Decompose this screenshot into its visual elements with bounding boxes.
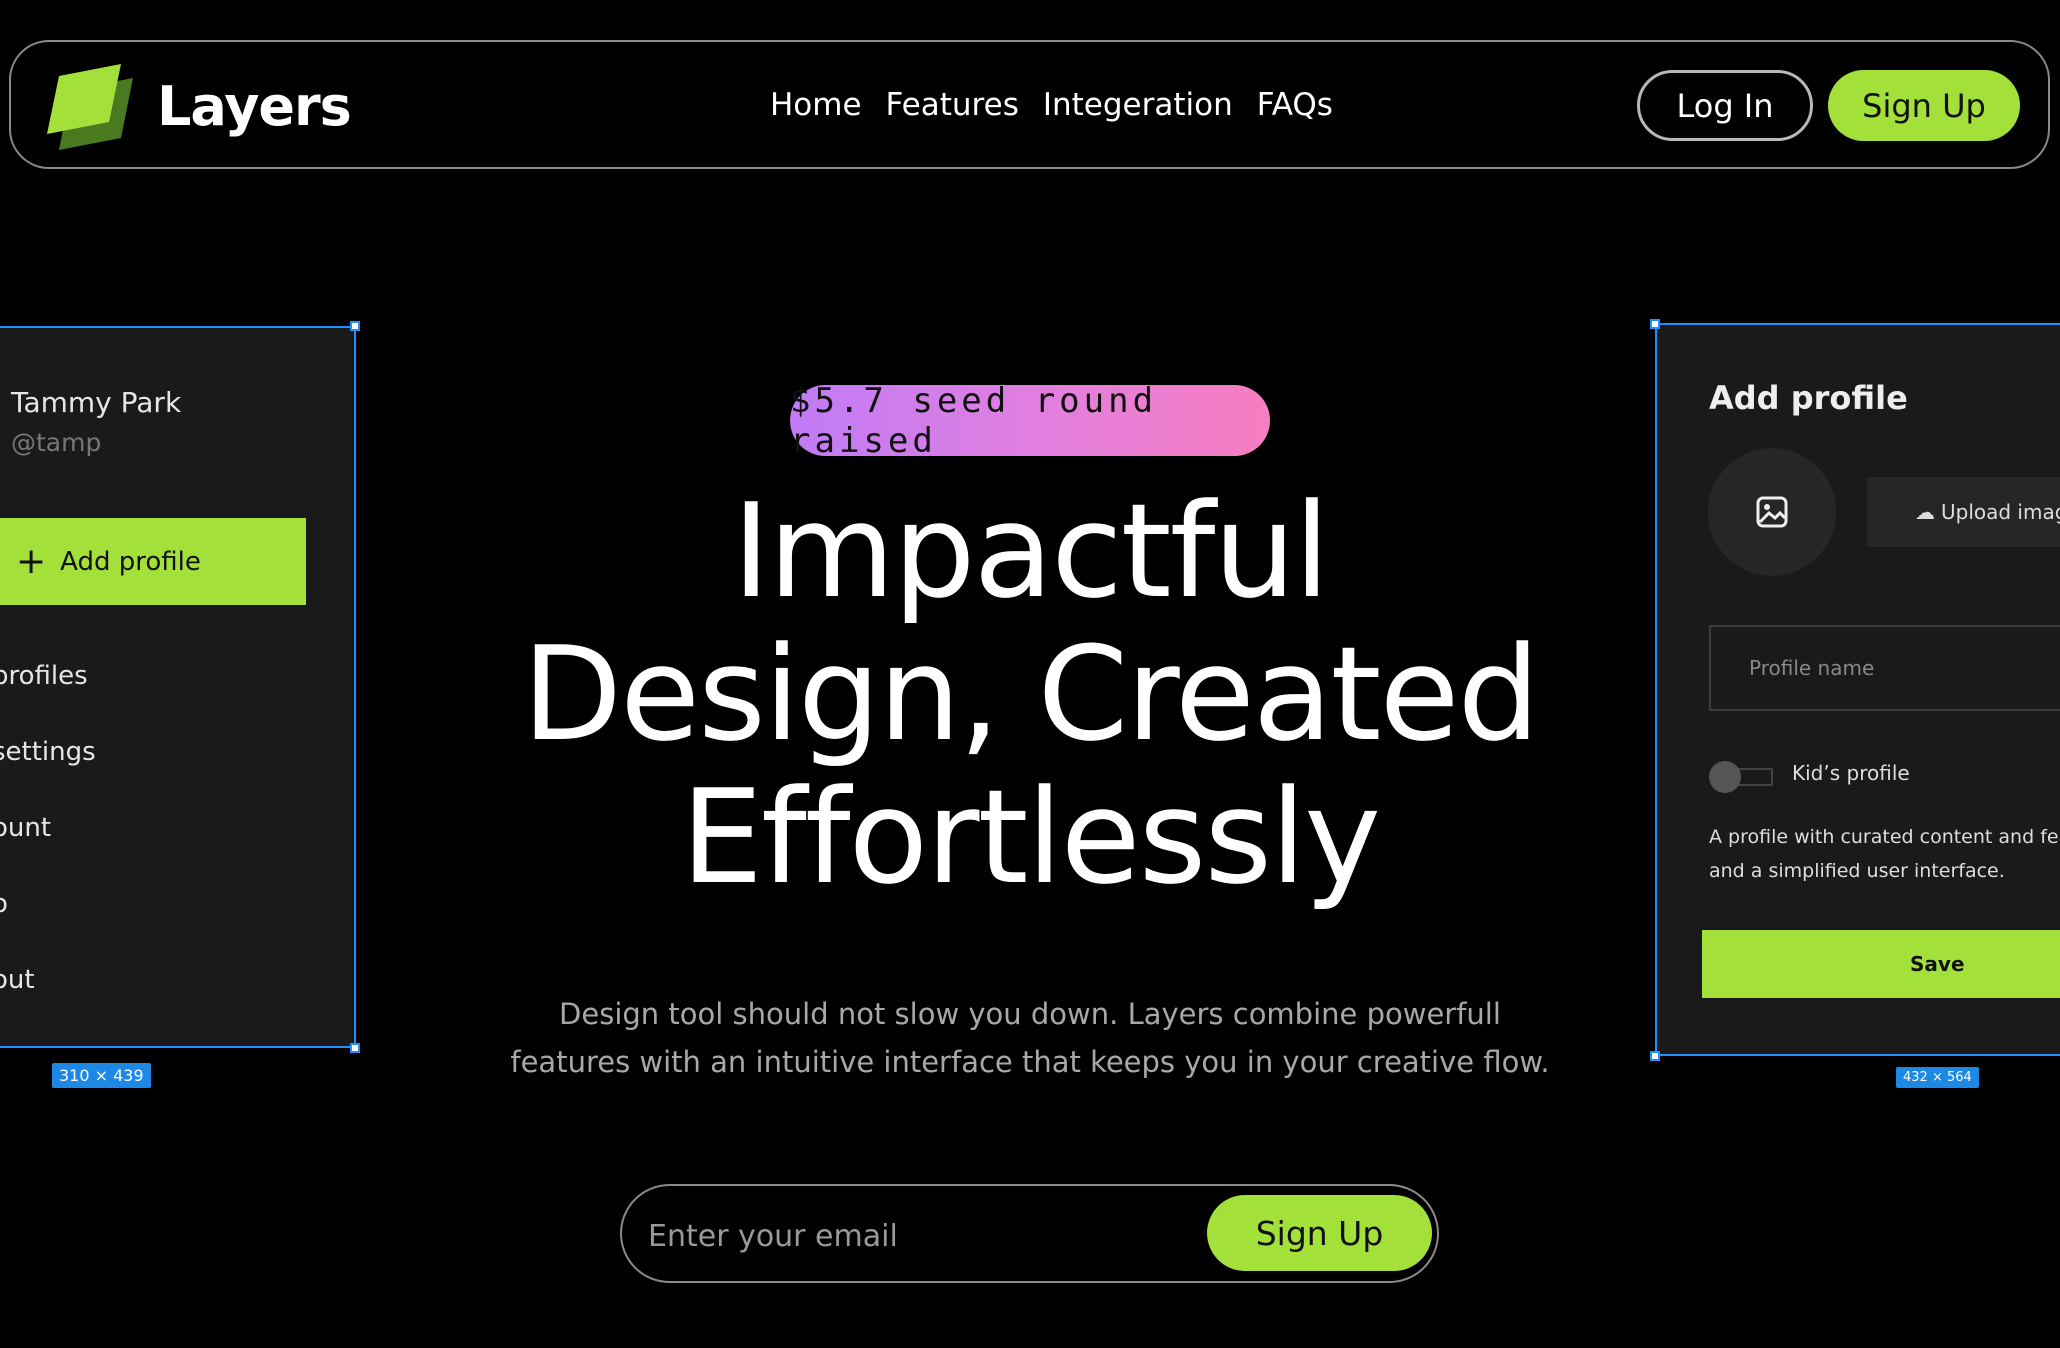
mock-user-name: Tammy Park — [11, 386, 182, 419]
login-button[interactable]: Log In — [1637, 70, 1813, 141]
email-signup-button[interactable]: Sign Up — [1207, 1195, 1432, 1271]
selection-handle — [1650, 319, 1660, 329]
mock-save-button: Save — [1702, 930, 2060, 998]
selection-handle — [350, 321, 360, 331]
hero-subtitle: Design tool should not slow you down. La… — [0, 990, 2060, 1086]
nav-link-features[interactable]: Features — [886, 87, 1019, 123]
layers-logo-icon — [41, 60, 137, 152]
signup-button[interactable]: Sign Up — [1828, 70, 2020, 141]
subtitle-line: Design tool should not slow you down. La… — [559, 997, 1501, 1031]
nav-links: Home Features Integeration FAQs — [770, 42, 1333, 167]
subtitle-line: features with an intuitive interface tha… — [510, 1045, 1550, 1079]
mock-user-handle: @tamp — [11, 428, 102, 457]
headline-line: Impactful — [732, 475, 1330, 627]
brand-name: Layers — [157, 74, 352, 138]
mock-add-profile-title: Add profile — [1709, 379, 1908, 417]
nav-link-home[interactable]: Home — [770, 87, 862, 123]
navbar: Layers Home Features Integeration FAQs L… — [9, 40, 2050, 169]
headline-line: Effortlessly — [680, 761, 1381, 913]
logo[interactable]: Layers — [41, 60, 352, 152]
headline-line: Design, Created — [522, 618, 1540, 770]
nav-link-integration[interactable]: Integeration — [1043, 87, 1233, 123]
nav-link-faqs[interactable]: FAQs — [1257, 87, 1333, 123]
hero-headline: Impactful Design, Created Effortlessly — [0, 480, 2060, 909]
funding-badge: $5.7 seed round raised — [790, 381, 1270, 461]
email-signup-form: Sign Up — [620, 1184, 1439, 1283]
email-input[interactable] — [646, 1208, 1170, 1264]
